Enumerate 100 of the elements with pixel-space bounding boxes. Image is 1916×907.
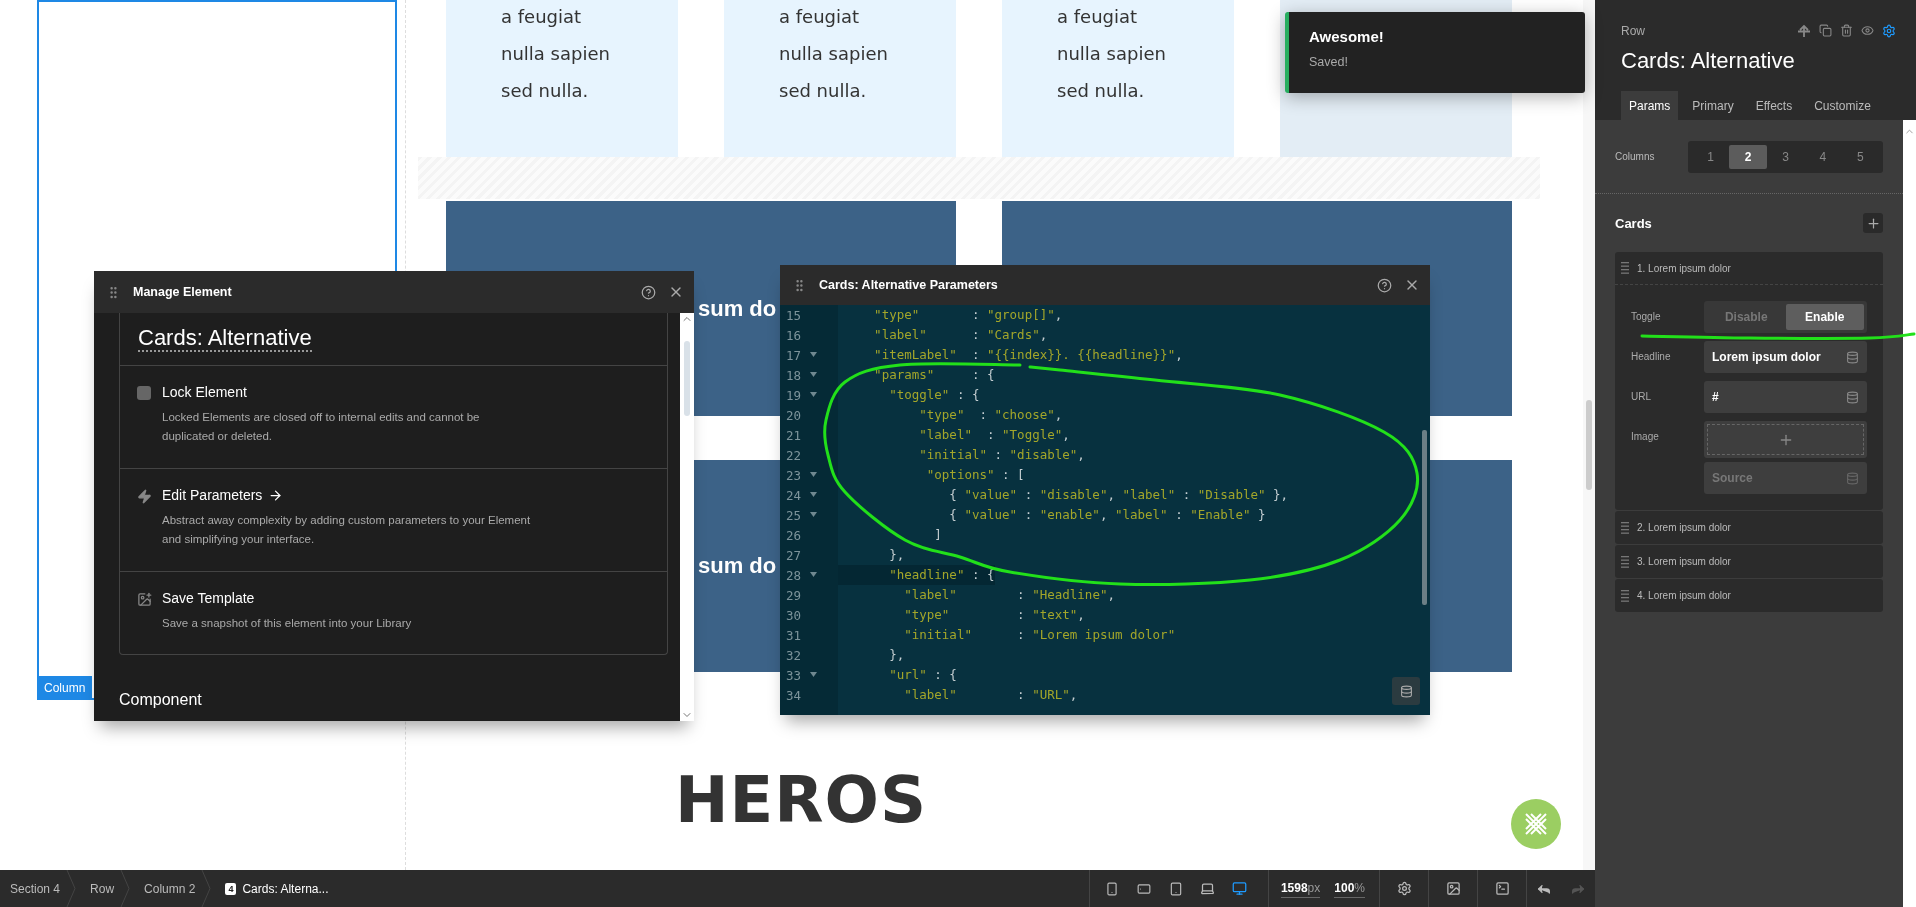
database-icon[interactable] (1846, 390, 1859, 404)
line-number: 25 (786, 507, 803, 523)
text-field[interactable]: # (1704, 381, 1867, 413)
fold-caret-icon[interactable] (810, 512, 817, 518)
fold-caret-icon[interactable] (810, 672, 817, 678)
card-text: nulla sapien (779, 42, 889, 66)
lock-checkbox[interactable] (137, 386, 151, 400)
field-label: Columns (1615, 151, 1656, 162)
drag-handle-icon[interactable] (1621, 520, 1629, 535)
desktop-icon (1232, 881, 1248, 896)
trash-icon[interactable] (1840, 24, 1853, 38)
breadcrumb-link[interactable]: Section 4 (0, 870, 79, 907)
card-text: nulla sapien (1057, 42, 1167, 66)
line-number: 19 (786, 387, 803, 403)
cross-logo-icon (1523, 811, 1549, 837)
section-heading: HEROS (675, 768, 928, 832)
code-line: "itemLabel" : "{{index}}. {{headline}}", (873, 346, 1183, 364)
tab[interactable]: Primary (1684, 91, 1742, 120)
section-title: Component (119, 691, 203, 709)
line-number: 15 (786, 307, 803, 323)
drag-handle-icon[interactable] (1621, 554, 1629, 569)
phone-icon (1104, 881, 1119, 896)
image-plus-icon (136, 592, 152, 607)
line-number: 31 (786, 627, 803, 643)
code-line: }, (888, 646, 905, 664)
line-number: 26 (786, 527, 803, 543)
option-title: Lock Element (162, 384, 247, 400)
fold-caret-icon[interactable] (810, 392, 817, 398)
code-line: "type" : "choose", (918, 406, 1063, 424)
line-number: 16 (786, 327, 803, 343)
code-line: "label" : "Toggle", (918, 426, 1070, 444)
card-text: sed nulla. (779, 79, 868, 103)
card-item-label: 1. Lorem ipsum dolor (1637, 262, 1731, 274)
card-item[interactable]: 3. Lorem ipsum dolor (1615, 545, 1883, 578)
card-text: a feugiat (1057, 5, 1139, 29)
zoom-field[interactable]: 100% (1334, 879, 1365, 898)
element-title: Cards: Alternative (1621, 48, 1796, 74)
column-option[interactable]: 1 (1692, 144, 1730, 169)
fold-caret-icon[interactable] (810, 372, 817, 378)
width-field[interactable]: 1598px (1280, 879, 1321, 898)
database-icon[interactable] (1846, 350, 1859, 364)
card-headline: sum do (698, 553, 777, 579)
help-icon[interactable] (1377, 277, 1392, 293)
code-line: ] (933, 526, 942, 544)
drag-handle-icon[interactable] (1621, 588, 1629, 603)
fold-caret-icon[interactable] (810, 572, 817, 578)
toggle-option[interactable]: Enable (1785, 304, 1864, 330)
card-item[interactable]: 1. Lorem ipsum dolor Toggle Disable Enable Headline Lorem ipsum dolor URL # Image Source (1615, 252, 1883, 510)
settings-icon[interactable] (1882, 24, 1896, 38)
breadcrumb-link[interactable]: 4 Cards: Alterna... (215, 870, 347, 907)
code-line: "type" : "group[]", (873, 306, 1063, 324)
option-description: Locked Elements are closed off to internal edits and cannot be duplicated or deleted. (162, 410, 481, 444)
help-icon[interactable] (641, 284, 656, 300)
line-number: 33 (786, 667, 803, 683)
text-field[interactable]: Lorem ipsum dolor (1704, 341, 1867, 373)
column-option[interactable]: 5 (1841, 144, 1880, 169)
code-line: "options" : [ (925, 466, 1025, 484)
element-name: Cards: Alternative (138, 325, 312, 352)
line-number: 32 (786, 647, 803, 663)
copy-icon[interactable] (1819, 24, 1832, 38)
fold-caret-icon[interactable] (810, 352, 817, 358)
breadcrumb-link[interactable]: Column 2 (134, 870, 214, 907)
breadcrumb-label: Row (1621, 24, 1645, 38)
card-item[interactable]: 2. Lorem ipsum dolor (1615, 511, 1883, 544)
option-title[interactable]: Edit Parameters (162, 487, 263, 503)
breadcrumb-link[interactable]: Row (80, 870, 133, 907)
database-icon (1399, 684, 1413, 698)
add-button[interactable] (1863, 213, 1883, 233)
toast-message: Saved! (1309, 55, 1349, 69)
card-text: nulla sapien (501, 42, 611, 66)
arrow-up-line-icon[interactable] (1797, 24, 1811, 38)
tab[interactable]: Params (1621, 91, 1679, 120)
field-value: Lorem ipsum dolor (1712, 350, 1821, 364)
database-button[interactable] (1392, 677, 1420, 705)
column-option[interactable]: 3 (1766, 144, 1805, 169)
field-value: # (1712, 390, 1719, 404)
card-text: sed nulla. (501, 79, 590, 103)
column-option[interactable]: 4 (1804, 144, 1842, 169)
line-number: 21 (786, 427, 803, 443)
option-title[interactable]: Save Template (162, 590, 255, 606)
code-line: { "value" : "disable", "label" : "Disable" }, (948, 486, 1289, 504)
dialog-title: Cards: Alternative Parameters (819, 278, 999, 292)
card-item[interactable]: 4. Lorem ipsum dolor (1615, 579, 1883, 612)
line-number: 27 (786, 547, 803, 563)
line-number: 30 (786, 607, 803, 623)
code-line: "toggle" : { (888, 386, 980, 404)
eye-icon[interactable] (1861, 24, 1874, 38)
dialog-title: Manage Element (133, 285, 233, 299)
fold-caret-icon[interactable] (810, 492, 817, 498)
column-label: Column (37, 676, 93, 700)
tab[interactable]: Customize (1806, 91, 1879, 120)
drag-handle-icon[interactable] (1621, 261, 1629, 275)
fold-caret-icon[interactable] (810, 472, 817, 478)
field-placeholder: Source (1712, 471, 1753, 485)
column-option[interactable]: 2 (1729, 144, 1767, 169)
card-headline: sum do (698, 295, 777, 322)
line-number: 20 (786, 407, 803, 423)
tab[interactable]: Effects (1747, 91, 1801, 120)
chevron-divider (201, 870, 212, 907)
toast-title: Awesome! (1309, 28, 1385, 45)
